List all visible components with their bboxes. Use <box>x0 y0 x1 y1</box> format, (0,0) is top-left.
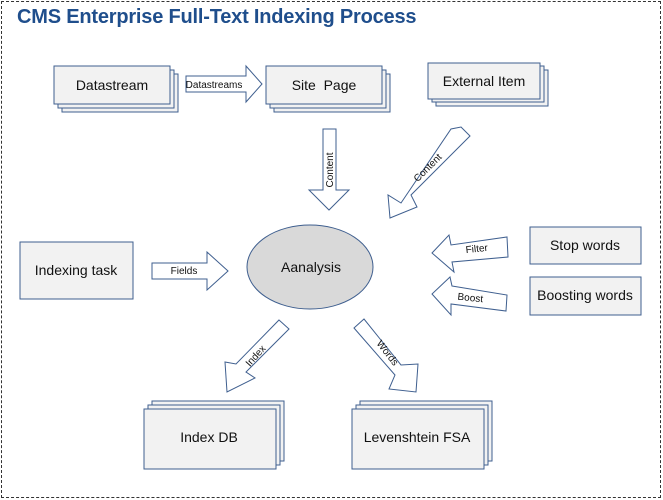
arrow-datastreams: Datastreams <box>185 64 263 104</box>
arrow-content-diagonal-label: Content <box>412 152 445 185</box>
arrow-words: Words <box>353 318 419 393</box>
arrow-content-diagonal: Content <box>387 126 471 219</box>
node-indexing-task: Indexing task <box>19 241 134 300</box>
node-stop-words: Stop words <box>529 226 642 265</box>
arrow-filter: Filter <box>431 233 509 274</box>
node-index-db-label: Index DB <box>180 429 238 445</box>
node-site-page: Site Page <box>265 65 391 113</box>
node-levenshtein-fsa-label: Levenshtein FSA <box>364 429 471 445</box>
diagram-canvas: Datastream Datastreams Site Page Externa… <box>19 62 642 470</box>
arrow-boost: Boost <box>431 276 508 317</box>
arrow-datastreams-label: Datastreams <box>186 80 243 91</box>
node-datastream: Datastream <box>53 65 179 113</box>
node-datastream-label: Datastream <box>76 77 148 93</box>
node-index-db: Index DB <box>143 400 285 470</box>
arrow-content-vertical-label: Content <box>325 152 336 187</box>
arrow-content-vertical: Content <box>307 128 351 211</box>
node-external-item-label: External Item <box>443 73 525 89</box>
node-external-item: External Item <box>427 62 549 107</box>
arrow-index: Index <box>224 319 290 393</box>
arrow-fields: Fields <box>151 250 229 292</box>
node-site-page-label: Site Page <box>292 77 357 93</box>
node-levenshtein-fsa: Levenshtein FSA <box>351 400 493 470</box>
node-analysis-label: Aanalysis <box>281 259 341 275</box>
node-stop-words-label: Stop words <box>550 237 620 253</box>
node-boosting-words: Boosting words <box>529 276 642 316</box>
arrow-fields-label: Fields <box>171 266 198 277</box>
node-analysis: Aanalysis <box>246 224 374 310</box>
node-boosting-words-label: Boosting words <box>537 287 633 303</box>
node-indexing-task-label: Indexing task <box>35 262 118 278</box>
